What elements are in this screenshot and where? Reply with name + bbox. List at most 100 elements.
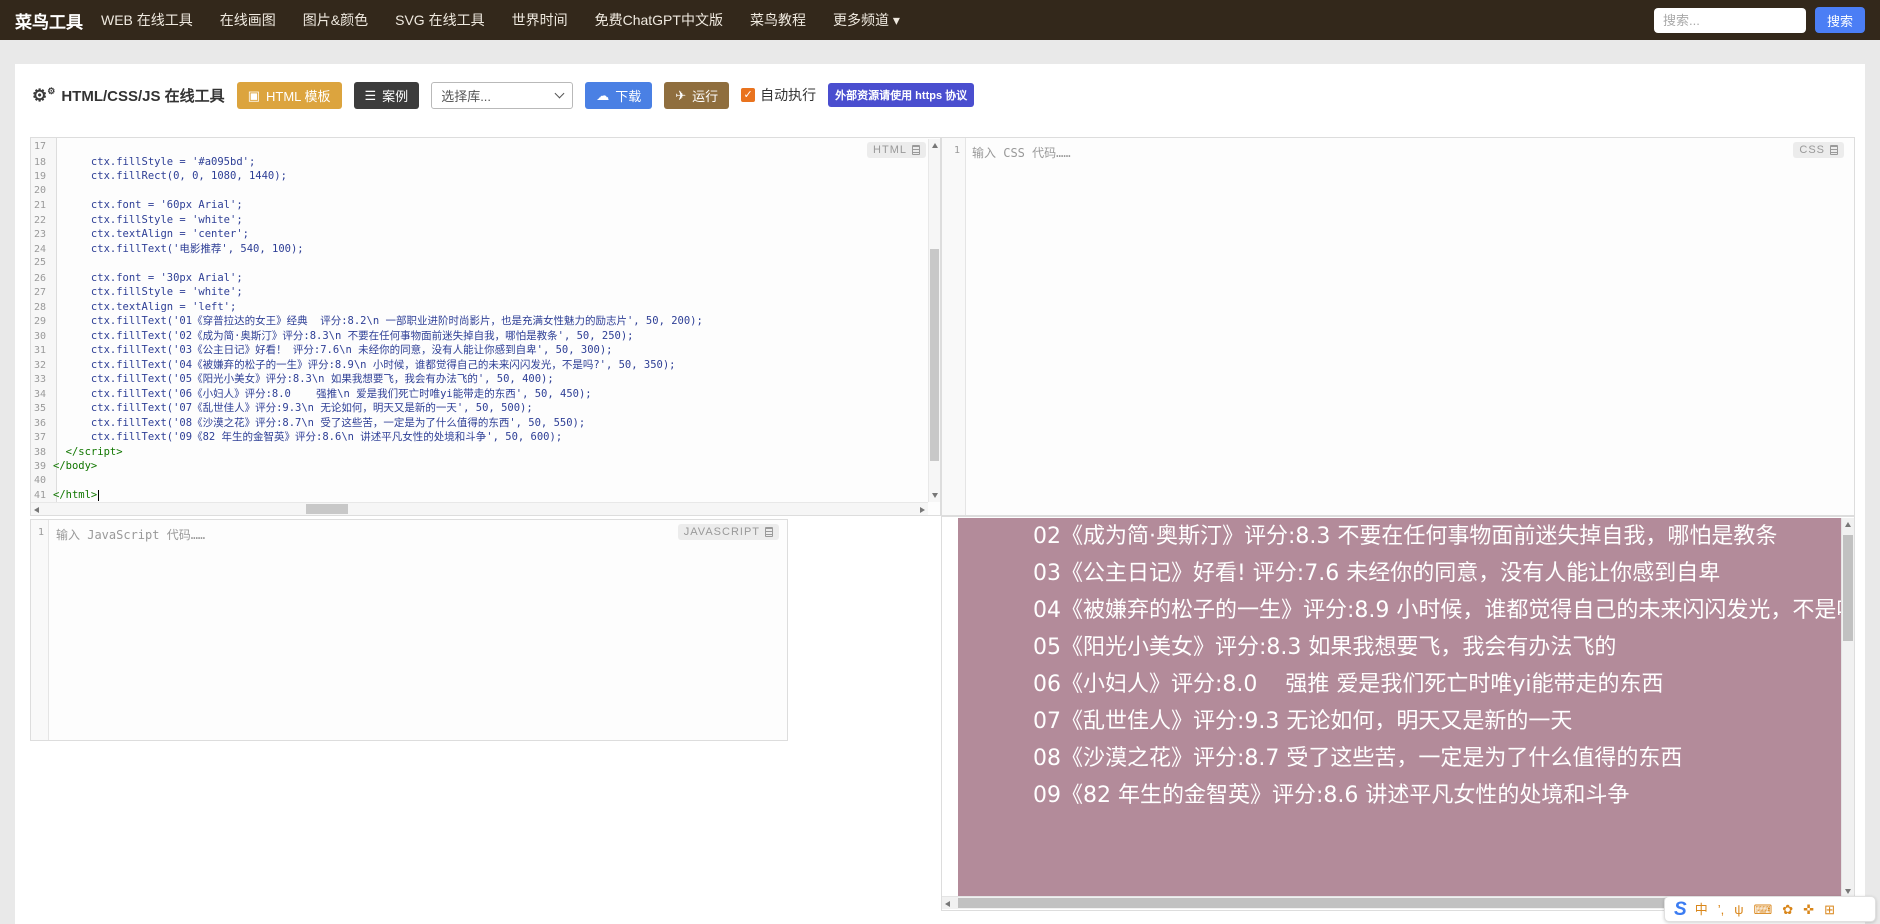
ime-icon[interactable]: ⌨: [1753, 903, 1772, 916]
line-number: 27: [33, 287, 46, 298]
preview-text-line: 07《乱世佳人》评分:9.3 无论如何，明天又是新的一天: [1033, 709, 1573, 734]
nav-item[interactable]: 世界时间: [512, 12, 568, 28]
line-number: 29: [33, 316, 46, 327]
html-template-button[interactable]: ▣ HTML 模板: [236, 81, 342, 109]
code-line[interactable]: 40: [31, 474, 927, 489]
code-line[interactable]: 37 ctx.fillText('09《82 年生的金智英》评分:8.6\n 讲…: [31, 430, 927, 445]
code-line[interactable]: 33 ctx.fillText('05《阳光小美女》评分:8.3\n 如果我想要…: [31, 372, 927, 387]
nav-menu: WEB 在线工具 在线画图 图片&颜色 SVG 在线工具 世界时间 免费ChatGPT中文…: [101, 10, 927, 30]
ime-icon[interactable]: 中: [1695, 903, 1708, 916]
line-number: 20: [33, 184, 46, 196]
nav-item[interactable]: 图片&颜色: [303, 12, 368, 28]
line-number: 36: [33, 417, 46, 429]
toolbar: ⚙⚙ HTML/CSS/JS 在线工具 ▣ HTML 模板 ☰ 案例 选择库..…: [32, 81, 975, 109]
ime-icon[interactable]: ψ: [1734, 903, 1743, 916]
site-logo[interactable]: 菜鸟工具: [15, 8, 83, 33]
html-template-label: HTML 模板: [265, 88, 331, 104]
scroll-up-arrow-icon[interactable]: [1845, 522, 1851, 527]
ime-icon[interactable]: ⊞: [1824, 903, 1835, 916]
line-number: 34: [33, 388, 46, 400]
js-gutter: [31, 520, 49, 740]
code-line[interactable]: 34 ctx.fillText('06《小妇人》评分:8.0 强推\n 爱是我们…: [31, 387, 927, 402]
code-line[interactable]: 22 ctx.fillStyle = 'white';: [31, 213, 927, 228]
paper-plane-icon: ✈: [675, 87, 687, 103]
ime-icon[interactable]: ’,: [1718, 903, 1725, 916]
ime-logo[interactable]: S: [1674, 900, 1687, 919]
vertical-scroll-thumb[interactable]: [930, 249, 939, 461]
scroll-down-arrow-icon[interactable]: [1845, 889, 1851, 894]
horizontal-scroll-thumb[interactable]: [306, 504, 348, 514]
top-nav: 菜鸟工具 WEB 在线工具 在线画图 图片&颜色 SVG 在线工具 世界时间 免费Chat…: [0, 0, 1880, 40]
scroll-left-arrow-icon[interactable]: [34, 507, 39, 513]
css-pane-label: CSS: [1793, 142, 1844, 158]
nav-item[interactable]: SVG 在线工具: [395, 12, 484, 28]
line-number: 21: [33, 200, 46, 211]
examples-button[interactable]: ☰ 案例: [353, 81, 420, 109]
code-line[interactable]: 31 ctx.fillText('03《公主日记》好看！ 评分:7.6\n 未经…: [31, 343, 927, 358]
code-line[interactable]: 28 ctx.textAlign = 'left';: [31, 300, 927, 315]
download-label: 下载: [615, 88, 642, 104]
code-line[interactable]: 41 </html>: [31, 488, 927, 503]
code-line[interactable]: 39 </body>: [31, 459, 927, 474]
js-pane-label-text: JAVASCRIPT: [683, 526, 760, 538]
css-editor-pane[interactable]: 1 输入 CSS 代码…… CSS: [941, 137, 1855, 516]
nav-item[interactable]: 菜鸟教程: [750, 12, 806, 28]
code-line[interactable]: 17: [31, 140, 927, 155]
code-text: ctx.fillText('04《被嫌弃的松子的一生》评分:8.9\n 小时候，…: [53, 358, 676, 371]
ime-icon[interactable]: ✿: [1782, 903, 1793, 916]
code-text: </html>: [53, 489, 98, 501]
library-select[interactable]: 选择库...: [431, 81, 574, 109]
code-text: ctx.fillText('02《成为简·奥斯汀》评分:8.3\n 不要在任何事…: [53, 329, 634, 342]
horizontal-scroll-thumb[interactable]: [958, 898, 1686, 908]
html-pane-label-text: HTML: [873, 144, 907, 156]
line-number: 31: [33, 345, 46, 356]
nav-item[interactable]: 更多频道 ▾: [833, 12, 900, 28]
js-editor-pane[interactable]: 1 输入 JavaScript 代码…… JAVASCRIPT: [30, 519, 788, 741]
nav-item[interactable]: 免费ChatGPT中文版: [595, 12, 723, 28]
line-number: 28: [33, 301, 46, 313]
code-line[interactable]: 35 ctx.fillText('07《乱世佳人》评分:9.3\n 无论如何，明…: [31, 401, 927, 416]
code-line[interactable]: 29 ctx.fillText('01《穿普拉达的女王》经典 评分:8.2\n …: [31, 314, 927, 329]
page-title-text: HTML/CSS/JS 在线工具: [61, 87, 225, 105]
nav-item[interactable]: WEB 在线工具: [101, 12, 193, 28]
code-line[interactable]: 24 ctx.fillText('电影推荐', 540, 100);: [31, 242, 927, 257]
preview-text-line: 05《阳光小美女》评分:8.3 如果我想要飞，我会有办法飞的: [1033, 635, 1617, 660]
js-pane-label: JAVASCRIPT: [677, 524, 779, 540]
page-title: ⚙⚙ HTML/CSS/JS 在线工具: [32, 85, 225, 106]
line-number: 39: [33, 461, 46, 472]
search-input[interactable]: [1653, 7, 1806, 33]
search-button[interactable]: 搜索: [1814, 7, 1865, 33]
code-line[interactable]: 20: [31, 184, 927, 199]
code-line[interactable]: 18 ctx.fillStyle = '#a095bd';: [31, 155, 927, 170]
chevron-down-icon: [554, 88, 565, 99]
html-vertical-scrollbar[interactable]: [928, 139, 940, 502]
code-line[interactable]: 27 ctx.fillStyle = 'white';: [31, 285, 927, 300]
code-line[interactable]: 30 ctx.fillText('02《成为简·奥斯汀》评分:8.3\n 不要在…: [31, 329, 927, 344]
code-text: ctx.fillText('09《82 年生的金智英》评分:8.6\n 讲述平凡…: [53, 431, 563, 443]
document-icon: [765, 527, 773, 537]
scroll-down-arrow-icon[interactable]: [932, 493, 938, 498]
nav-item[interactable]: 在线画图: [220, 12, 276, 28]
preview-text-line: 08《沙漠之花》评分:8.7 受了这些苦，一定是为了什么值得的东西: [1033, 746, 1683, 771]
scroll-up-arrow-icon[interactable]: [932, 143, 938, 148]
preview-canvas: 02《成为简·奥斯汀》评分:8.3 不要在任何事物面前迷失掉自我，哪怕是教条 03…: [958, 518, 1842, 898]
code-line[interactable]: 19 ctx.fillRect(0, 0, 1080, 1440);: [31, 169, 927, 184]
result-preview-pane: 02《成为简·奥斯汀》评分:8.3 不要在任何事物面前迷失掉自我，哪怕是教条 03…: [941, 516, 1855, 911]
code-line[interactable]: 32 ctx.fillText('04《被嫌弃的松子的一生》评分:8.9\n 小…: [31, 358, 927, 373]
code-line[interactable]: 38 </script>: [31, 445, 927, 460]
vertical-scroll-thumb[interactable]: [1843, 535, 1853, 641]
run-button[interactable]: ✈ 运行: [664, 81, 730, 109]
preview-vertical-scrollbar[interactable]: [1841, 518, 1854, 898]
auto-run-checkbox[interactable]: ✓: [741, 88, 756, 102]
download-button[interactable]: ☁ 下载: [585, 81, 653, 109]
ime-icon[interactable]: ✜: [1803, 903, 1814, 916]
code-line[interactable]: 26 ctx.font = '30px Arial';: [31, 271, 927, 286]
scroll-right-arrow-icon[interactable]: [920, 507, 925, 513]
code-line[interactable]: 21 ctx.font = '60px Arial';: [31, 198, 927, 213]
html-horizontal-scrollbar[interactable]: [31, 502, 928, 515]
scroll-left-arrow-icon[interactable]: [945, 901, 950, 907]
html-code-area[interactable]: 17 18 ctx.fillStyle = '#a095bd'; 19 ctx.fi…: [31, 140, 927, 503]
code-line[interactable]: 36 ctx.fillText('08《沙漠之花》评分:8.7\n 受了这些苦，…: [31, 416, 927, 431]
code-line[interactable]: 25: [31, 256, 927, 271]
code-line[interactable]: 23 ctx.textAlign = 'center';: [31, 227, 927, 242]
